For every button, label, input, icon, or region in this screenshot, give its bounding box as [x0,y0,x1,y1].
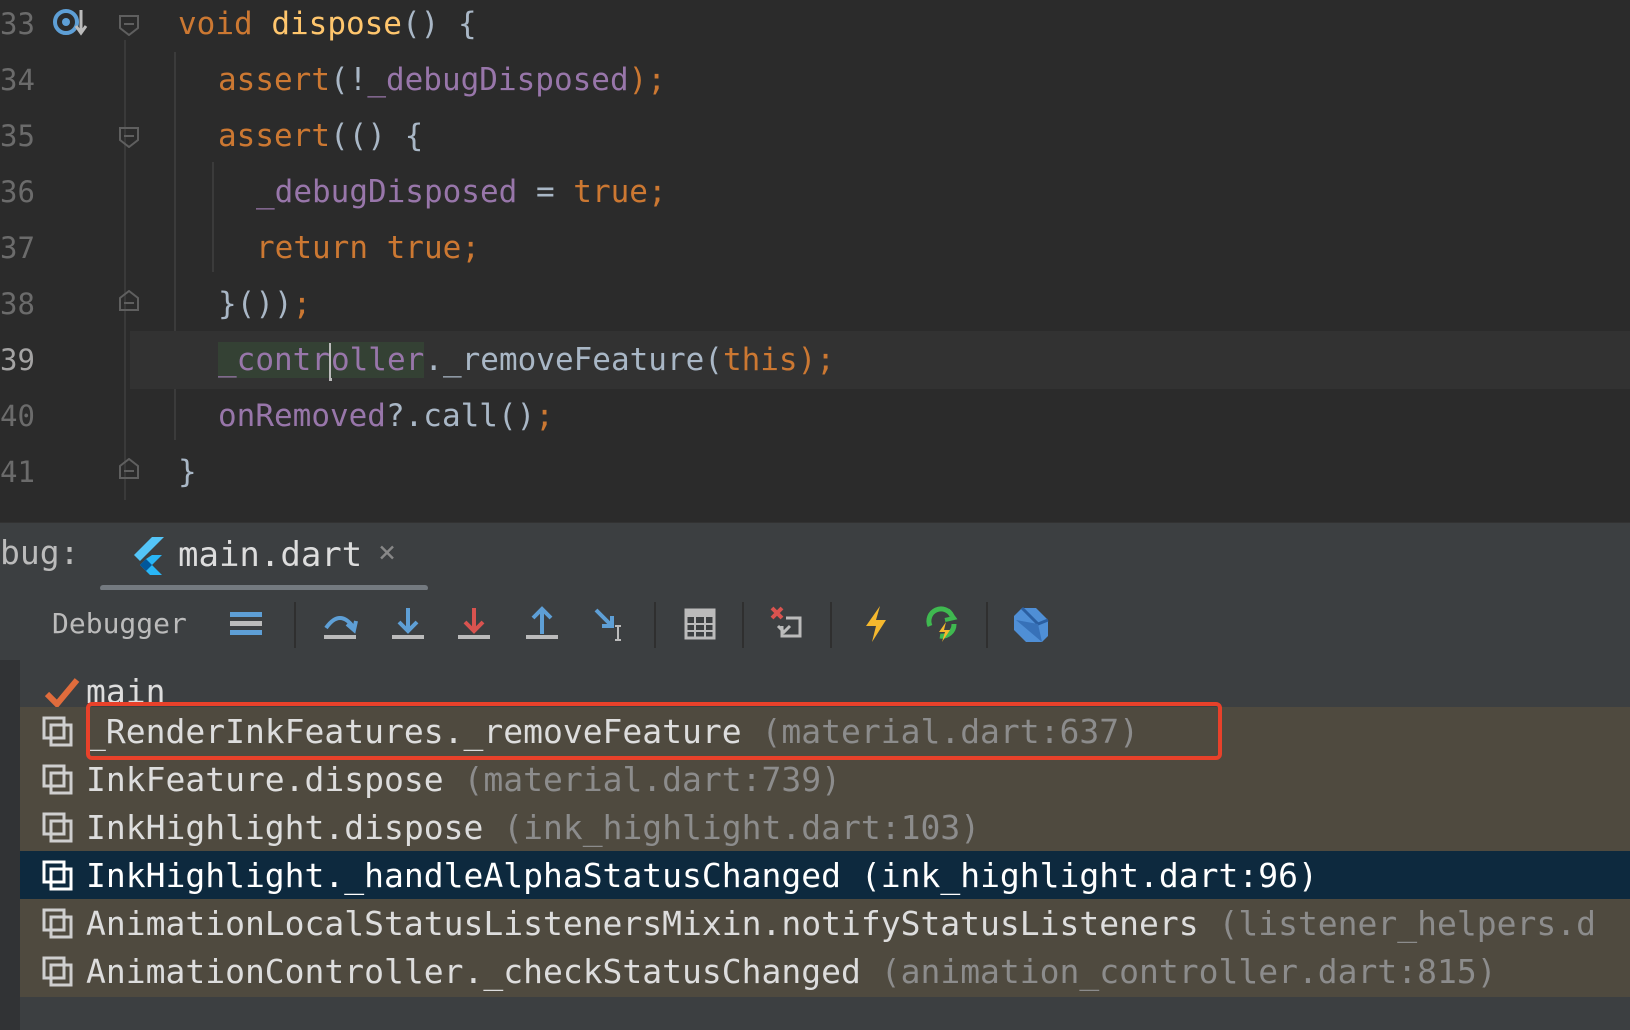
flutter-icon [134,537,164,575]
code-token: (! [329,62,368,98]
code-token: () { [401,6,477,42]
run-to-cursor-icon[interactable] [590,604,630,644]
code-line: void dispose() { [0,0,1630,53]
code-token: _debugDisposed [256,174,518,210]
debugger-label: Debugger [52,607,187,640]
evaluate-expression-icon[interactable] [680,604,720,644]
code-token: _debugDisposed [367,62,629,98]
code-token: }()) [218,286,293,322]
stack-frame[interactable]: InkHighlight.dispose (ink_highlight.dart… [20,803,1630,853]
code-token: onRemoved [218,398,386,434]
stack-frame-selected[interactable]: InkHighlight._handleAlphaStatusChanged (… [20,851,1630,901]
code-token: assert [218,118,330,154]
frame-location: (ink_highlight.dart:96) [860,856,1318,895]
code-token: ); [797,342,835,378]
code-token: ); [628,62,666,98]
code-token: ; [535,398,554,434]
code-line: assert(() { [0,107,1630,165]
frame-icon [42,764,73,795]
stack-frame[interactable]: AnimationLocalStatusListenersMixin.notif… [20,899,1630,949]
debug-label: bug: [0,533,80,572]
code-token: true [573,174,648,210]
frame-location: (animation_controller.dart:815) [880,952,1497,991]
code-token: ._removeFeature( [424,342,723,378]
code-token: _contr [218,342,330,378]
frame-icon [42,956,73,987]
drop-frame-icon[interactable] [768,604,808,644]
code-token: this [722,342,798,378]
code-token: oller [330,342,425,378]
debug-tool-window-header: bug: main.dart × [0,522,1630,592]
hot-reload-icon[interactable] [856,604,896,644]
frame-method: InkHighlight._handleAlphaStatusChanged [86,856,841,895]
frame-method: InkHighlight.dispose [86,808,484,847]
toolbar-separator [294,602,296,648]
frame-location: (material.dart:739) [463,760,842,799]
stack-frame[interactable]: AnimationController._checkStatusChanged … [20,947,1630,997]
force-step-into-icon[interactable] [454,604,494,644]
step-out-icon[interactable] [522,604,562,644]
code-token: ?.call() [385,398,536,434]
code-line: return true; [0,219,1630,277]
code-token: assert [218,62,330,98]
code-line: onRemoved?.call(); [0,387,1630,445]
code-line: _debugDisposed = true; [0,163,1630,221]
frame-location: (ink_highlight.dart:103) [503,808,981,847]
code-token: void [178,6,272,42]
line-number: 39 [0,343,35,377]
code-line: assert(!_debugDisposed); [0,51,1630,109]
frame-icon [42,716,73,747]
code-line: } [0,443,1630,501]
panel-left-strip [0,660,20,1030]
step-into-icon[interactable] [388,604,428,644]
dart-devtools-icon[interactable] [1012,604,1052,644]
code-token: ; [292,286,312,322]
frame-method: AnimationLocalStatusListenersMixin.notif… [86,904,1199,943]
code-token: = [517,174,574,210]
code-line: }()); [0,275,1630,333]
tab-main-dart[interactable]: main.dart × [100,523,428,591]
highlight-annotation-box [86,702,1222,760]
code-token: ; [647,174,667,210]
toolbar-separator [654,602,656,648]
debugger-toolbar: Debugger [0,590,1630,661]
stack-frame[interactable]: InkFeature.dispose (material.dart:739) [20,755,1630,805]
code-editor[interactable]: 33 void dispose() { 34 assert(!_debugDis… [0,0,1630,522]
hot-restart-icon[interactable] [922,604,962,644]
frame-icon [42,860,73,891]
show-frames-icon[interactable] [226,604,266,644]
check-icon [44,678,80,709]
code-token: return true [256,230,462,266]
code-token: (() { [329,118,424,154]
step-over-icon[interactable] [320,604,360,644]
code-token: } [178,454,197,490]
frame-location: (listener_helpers.d [1218,904,1596,943]
frame-icon [42,908,73,939]
current-code-line: _controller._removeFeature(this); [130,331,1630,389]
frame-method: InkFeature.dispose [86,760,444,799]
toolbar-separator [830,602,832,648]
tab-title: main.dart [178,535,363,575]
frame-method: AnimationController._checkStatusChanged [86,952,861,991]
toolbar-separator [742,602,744,648]
close-icon[interactable]: × [378,535,396,570]
code-token: dispose [271,6,402,42]
frame-icon [42,812,73,843]
toolbar-separator [986,602,988,648]
code-token: ; [461,230,480,266]
